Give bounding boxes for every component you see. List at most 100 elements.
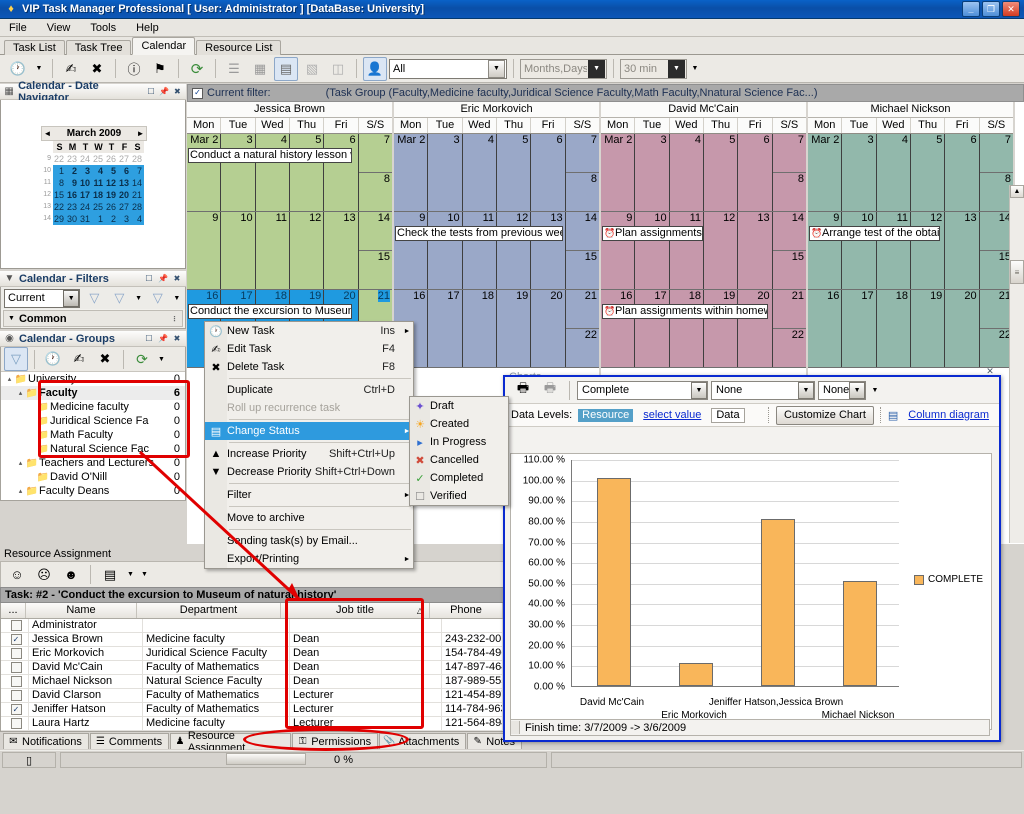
chart-bar[interactable]	[761, 519, 795, 686]
column-header-check[interactable]: ...	[1, 603, 26, 618]
table-row[interactable]: David ClarsonFaculty of MathematicsLectu…	[1, 689, 503, 703]
week-row[interactable]: 9101112131415Check the tests from previo…	[394, 212, 599, 290]
weekend-half-cell[interactable]: 7	[566, 134, 599, 173]
day-cell[interactable]: 17	[635, 290, 669, 367]
day-cell[interactable]: Mar 2	[808, 134, 842, 211]
calendar-day[interactable]: 1	[92, 213, 105, 225]
calendar-task[interactable]: Check the tests from previous week and	[395, 226, 563, 241]
calendar-task[interactable]: ⏰Plan assignments within homework pr	[602, 304, 768, 319]
row-checkbox-cell[interactable]: ✓	[1, 633, 29, 646]
row-checkbox-cell[interactable]	[1, 647, 29, 660]
weekend-cell[interactable]: 2122	[566, 290, 599, 367]
menu-item[interactable]: ✖Delete TaskF8	[205, 358, 413, 376]
day-cell[interactable]: 4	[670, 134, 704, 211]
calendar-day[interactable]: 23	[66, 201, 79, 213]
groups-overflow-icon[interactable]: ▼	[156, 347, 167, 371]
day-cell[interactable]: 20	[531, 290, 565, 367]
chevron-down-icon[interactable]: ▼	[588, 60, 605, 78]
calendar-day[interactable]: 22	[53, 153, 66, 165]
day-cell[interactable]: 11	[256, 212, 290, 289]
table-row[interactable]: ✓Jeniffer HatsonFaculty of MathematicsLe…	[1, 703, 503, 717]
weekend-half-cell[interactable]: 8	[566, 173, 599, 211]
weekend-half-cell[interactable]: 15	[773, 251, 806, 289]
day-cell[interactable]: 6	[531, 134, 565, 211]
status-menu-item[interactable]: ✓Completed	[410, 469, 508, 487]
weekend-cell[interactable]: 2122	[980, 290, 1013, 367]
data-level-data[interactable]: Data	[711, 408, 744, 423]
day-cell[interactable]: 6	[738, 134, 772, 211]
chart-group2-combo[interactable]: None ▼	[818, 381, 866, 400]
row-checkbox[interactable]: ✓	[11, 704, 22, 715]
save-filter-dropdown-icon[interactable]: ▼	[133, 286, 143, 310]
calendar-day[interactable]: 13	[118, 177, 131, 189]
day-cell[interactable]: 13	[945, 212, 979, 289]
menu-item[interactable]: Roll up recurrence task	[205, 399, 413, 417]
close-icon[interactable]: ✖	[172, 86, 183, 97]
status-menu-item[interactable]: ☀Created	[410, 415, 508, 433]
calendar-day[interactable]: 2	[66, 165, 79, 177]
menu-view[interactable]: View	[44, 21, 74, 35]
view-list-button[interactable]: ☰	[222, 57, 246, 81]
status-menu-item[interactable]: ✖Cancelled	[410, 451, 508, 469]
day-cell[interactable]: 10	[221, 212, 255, 289]
close-button[interactable]: ✕	[1002, 1, 1020, 17]
weekend-cell[interactable]: 78	[359, 134, 392, 211]
chevron-down-icon[interactable]: ▼	[668, 60, 685, 78]
row-checkbox[interactable]	[11, 620, 22, 631]
chart-bar[interactable]	[679, 663, 713, 686]
day-cell[interactable]: 18	[877, 290, 911, 367]
calendar-day[interactable]: 2	[105, 213, 118, 225]
calendar-day[interactable]: 29	[53, 213, 66, 225]
calendar-day[interactable]: 1	[53, 165, 66, 177]
restore-icon[interactable]: ☐	[143, 333, 155, 344]
chart-bar[interactable]	[843, 581, 877, 686]
day-cell[interactable]: 16	[601, 290, 635, 367]
day-cell[interactable]: 9	[601, 212, 635, 289]
row-checkbox[interactable]	[11, 676, 22, 687]
save-filter-icon[interactable]: ▽	[108, 286, 130, 310]
assign-resource-icon[interactable]: ☺	[5, 563, 29, 587]
day-cell[interactable]: 12	[704, 212, 738, 289]
row-checkbox-cell[interactable]: ✓	[1, 703, 29, 716]
chart-window-close-icon[interactable]: ✕	[984, 366, 996, 377]
calendar-day[interactable]: 24	[79, 201, 92, 213]
day-cell[interactable]: 11	[670, 212, 704, 289]
restore-icon[interactable]: ☐	[145, 86, 156, 97]
day-cell[interactable]: 3	[842, 134, 876, 211]
calendar-day[interactable]: 12	[105, 177, 118, 189]
table-row[interactable]: Eric MorkovichJuridical Science FacultyD…	[1, 647, 503, 661]
day-cell[interactable]: 3	[635, 134, 669, 211]
scroll-up-button[interactable]: ▲	[1010, 185, 1024, 198]
filters-overflow-icon[interactable]: ▼	[172, 286, 182, 310]
menu-help[interactable]: Help	[133, 21, 162, 35]
row-checkbox[interactable]: ✓	[11, 634, 22, 645]
menu-tools[interactable]: Tools	[87, 21, 119, 35]
row-checkbox[interactable]	[11, 648, 22, 659]
minimize-button[interactable]: _	[962, 1, 980, 17]
menu-item[interactable]: ▲Increase PriorityShift+Ctrl+Up	[205, 445, 413, 463]
column-header-department[interactable]: Department	[137, 603, 281, 618]
delete-task-toolbar-button[interactable]: ✖	[85, 57, 109, 81]
columns-icon[interactable]: ▤	[98, 563, 122, 587]
resource-grid-rows[interactable]: Administrator✓Jessica BrownMedicine facu…	[1, 619, 503, 731]
weekend-half-cell[interactable]: 7	[359, 134, 392, 173]
scale-combo[interactable]: Months,Days ▼	[520, 59, 607, 79]
change-status-submenu[interactable]: ✦Draft☀Created▸In Progress✖Cancelled✓Com…	[409, 396, 509, 506]
weekend-half-cell[interactable]: 14	[773, 212, 806, 251]
calendar-vertical-scrollbar[interactable]: ▲ ≡	[1009, 185, 1024, 543]
menu-item[interactable]: ▤Change Status►	[205, 422, 413, 440]
context-menu-items[interactable]: 🕐New TaskIns►✍Edit TaskF4✖Delete TaskF8D…	[205, 322, 413, 568]
weekend-cell[interactable]: 2122	[773, 290, 806, 367]
menu-item[interactable]: ▼Decrease PriorityShift+Ctrl+Down	[205, 463, 413, 481]
chart-toolbar-overflow-icon[interactable]: ▼	[869, 378, 881, 402]
day-cell[interactable]: 3	[428, 134, 462, 211]
weekend-cell[interactable]: 78	[566, 134, 599, 211]
current-filter-checkbox[interactable]: ✓	[192, 88, 203, 99]
timestep-combo[interactable]: 30 min ▼	[620, 59, 687, 79]
day-cell[interactable]: 13	[738, 212, 772, 289]
edit-task-toolbar-button[interactable]: ✍	[59, 57, 83, 81]
weekend-half-cell[interactable]: 21	[980, 290, 1013, 329]
week-row[interactable]: 9101112131415	[187, 212, 392, 290]
row-checkbox-cell[interactable]	[1, 675, 29, 688]
week-row[interactable]: 9101112131415⏰Arrange test of the obtain…	[808, 212, 1013, 290]
